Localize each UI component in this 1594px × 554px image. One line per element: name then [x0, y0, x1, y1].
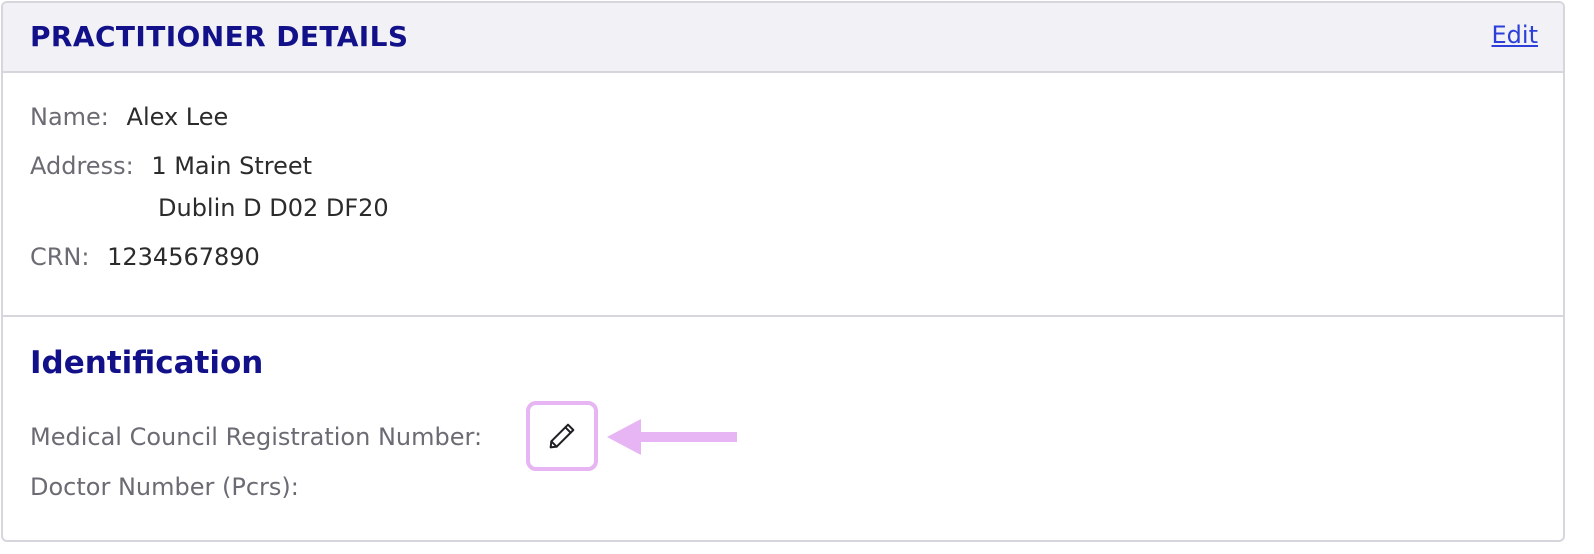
- arrow-left-icon: [607, 417, 739, 457]
- doctor-number-row: Doctor Number (Pcrs):: [30, 473, 299, 501]
- name-value: Alex Lee: [126, 103, 229, 131]
- address-label: Address:: [30, 152, 134, 180]
- mcrn-row: Medical Council Registration Number:: [30, 423, 482, 451]
- address-line2: Dublin D D02 DF20: [158, 194, 389, 222]
- doctor-number-label: Doctor Number (Pcrs):: [30, 473, 299, 501]
- address-row: Address: 1 Main Street: [30, 152, 312, 180]
- pencil-icon: [546, 420, 578, 452]
- edit-mcrn-button[interactable]: [526, 401, 598, 471]
- name-row: Name: Alex Lee: [30, 103, 228, 131]
- card-title: PRACTITIONER DETAILS: [30, 20, 409, 53]
- card-header: PRACTITIONER DETAILS Edit: [3, 3, 1563, 73]
- mcrn-label: Medical Council Registration Number:: [30, 423, 483, 451]
- crn-value: 1234567890: [107, 243, 260, 271]
- name-label: Name:: [30, 103, 109, 131]
- section-divider: [3, 315, 1563, 317]
- identification-title: Identification: [30, 345, 264, 381]
- address-line1: 1 Main Street: [151, 152, 313, 180]
- edit-link[interactable]: Edit: [1492, 21, 1538, 49]
- crn-label: CRN:: [30, 243, 90, 271]
- crn-row: CRN: 1234567890: [30, 243, 260, 271]
- practitioner-details-card: PRACTITIONER DETAILS Edit Name: Alex Lee…: [1, 1, 1565, 542]
